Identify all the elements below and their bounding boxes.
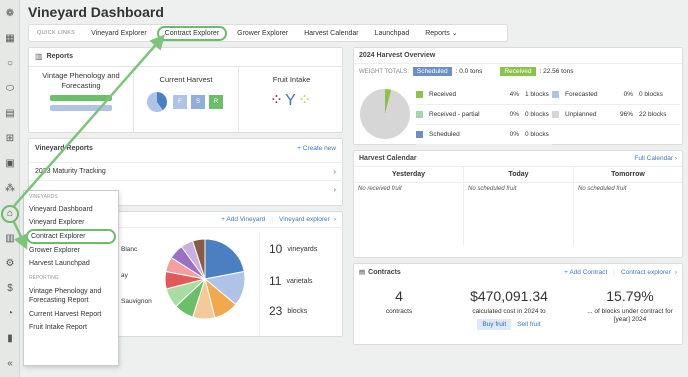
chevron-right-icon: › <box>333 185 336 194</box>
reports-icon: ▥ <box>35 52 43 61</box>
menu-vineyard-dashboard[interactable]: Vineyard Dashboard <box>24 203 118 216</box>
harvest-overview-card: 2024 Harvest Overview WEIGHT TOTALS: Sch… <box>353 47 683 145</box>
barrel-icon[interactable]: ⬭ <box>4 83 16 95</box>
mini-pie <box>147 92 167 112</box>
page-title: Vineyard Dashboard <box>28 4 164 20</box>
stat-varietals: 11 varietals <box>269 274 313 288</box>
menu-grower-explorer[interactable]: Grower Explorer <box>24 244 118 257</box>
menu-fruit-intake-report[interactable]: Fruit Intake Report <box>24 321 118 334</box>
vineyards-menu: VINEYARDS Vineyard Dashboard Vineyard Ex… <box>23 190 119 366</box>
calendar-icon[interactable]: ▦ <box>4 33 16 45</box>
chevron-right-icon: › <box>333 216 336 223</box>
overview-pie <box>360 89 410 139</box>
grapes-icon[interactable]: ⁂ <box>4 183 16 195</box>
ql-contract-explorer[interactable]: Contract Explorer <box>156 25 228 41</box>
overview-list-left: Received 4% 1 blocks Received - partial 0% 0… <box>416 85 552 145</box>
report-fruit-intake[interactable]: Fruit Intake ⁘Y⁘ <box>239 67 344 133</box>
vineyard-explorer-link[interactable]: Vineyard explorer <box>279 216 330 223</box>
add-vineyard-link[interactable]: + Add Vineyard <box>221 216 265 223</box>
sell-fruit-link[interactable]: Sell fruit <box>517 321 540 328</box>
overview-list-right: Forecasted 0% 0 blocks Unplanned 96% 22 bloc… <box>552 85 680 125</box>
clipboard-icon[interactable]: ▤ <box>4 108 16 120</box>
buy-fruit-button[interactable]: Buy fruit <box>477 319 512 330</box>
stat-blocks: 23 blocks <box>269 304 308 318</box>
stat-percent: 15.79%... of blocks under contract for [… <box>587 288 673 323</box>
add-contract-link[interactable]: + Add Contract <box>564 269 607 276</box>
collapse-icon[interactable]: « <box>4 358 16 370</box>
report-row[interactable]: 2023 Maturity Tracking › <box>29 162 342 181</box>
reports-card: ▥ Reports Vintage Phenology and Forecasti… <box>28 47 343 133</box>
chevron-right-icon: › <box>674 268 677 276</box>
circle-icon[interactable]: ○ <box>4 58 16 70</box>
quick-links-bar: QUICK LINKS Vineyard Explorer Contract E… <box>28 24 508 42</box>
chevron-right-icon: › <box>333 167 336 176</box>
menu-vineyard-explorer[interactable]: Vineyard Explorer <box>24 216 118 229</box>
chart-icon[interactable]: ▥ <box>4 233 16 245</box>
contract-explorer-link[interactable]: Contract explorer <box>621 269 671 276</box>
gauge-icon[interactable]: ◔ <box>4 308 16 320</box>
overview-title: 2024 Harvest Overview <box>359 52 436 59</box>
ql-grower-explorer[interactable]: Grower Explorer <box>229 30 296 37</box>
side-rail: ❁ ▦ ○ ⬭ ▤ ⊞ ▣ ⁂ ⌂ ▥ ⚙ $ ◔ ▮ « <box>0 0 20 377</box>
menu-vintage-report[interactable]: Vintage Phenology and Forecasting Report <box>24 284 118 308</box>
contracts-card: ▤ Contracts + Add Contract | Contract ex… <box>353 263 683 345</box>
box-icon[interactable]: ▣ <box>4 158 16 170</box>
ql-reports[interactable]: Reports ⌄ <box>417 29 465 37</box>
ql-harvest-calendar[interactable]: Harvest Calendar <box>296 30 366 37</box>
report-current-harvest[interactable]: Current Harvest F S R <box>134 67 239 133</box>
menu-contract-explorer[interactable]: Contract Explorer <box>26 229 116 244</box>
menu-harvest-launchpad[interactable]: Harvest Launchpad <box>24 257 118 270</box>
reports-title: Reports <box>46 53 74 60</box>
vineyard-reports-title: Vineyard Reports <box>35 145 93 152</box>
harvest-calendar-card: Harvest Calendar Full Calendar › Yesterd… <box>353 150 683 258</box>
grid-icon[interactable]: ⊞ <box>4 133 16 145</box>
quick-links-label: QUICK LINKS <box>37 30 76 36</box>
contracts-icon: ▤ <box>359 269 366 276</box>
chevron-down-icon: ⌄ <box>451 30 458 37</box>
received-badge: Received <box>500 67 536 76</box>
report-phenology[interactable]: Vintage Phenology and Forecasting <box>29 67 134 133</box>
full-calendar-link[interactable]: Full Calendar › <box>634 155 677 162</box>
ql-vineyard-explorer[interactable]: Vineyard Explorer <box>83 30 155 37</box>
scheduled-badge: Scheduled <box>412 67 452 76</box>
create-new-link[interactable]: + Create new <box>297 145 336 152</box>
stat-contracts: 4 contracts <box>385 288 413 315</box>
logo-icon[interactable]: ❁ <box>4 8 16 20</box>
ql-launchpad[interactable]: Launchpad <box>367 30 418 37</box>
stat-cost: $470,091.34 calculated cost in 2024 to Bu… <box>470 288 548 330</box>
fruit-intake-icon: ⁘Y⁘ <box>269 92 314 109</box>
dollar-icon[interactable]: $ <box>4 283 16 295</box>
bottle-icon[interactable]: ▮ <box>4 333 16 345</box>
varietal-pie <box>164 238 246 320</box>
gear-icon[interactable]: ⚙ <box>4 258 16 270</box>
stat-vineyards: 10 vineyards <box>269 242 318 256</box>
menu-current-harvest-report[interactable]: Current Harvest Report <box>24 308 118 321</box>
vineyard-icon[interactable]: ⌂ <box>1 205 19 223</box>
